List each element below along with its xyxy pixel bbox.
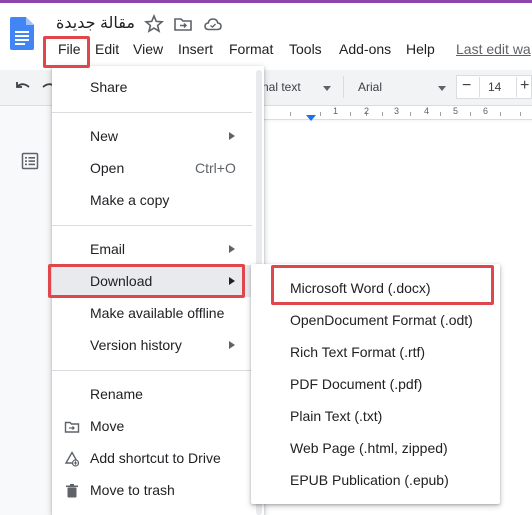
- add-shortcut-icon: [64, 451, 80, 467]
- indent-marker-icon[interactable]: [306, 115, 316, 121]
- menu-edit[interactable]: Edit: [95, 41, 119, 57]
- trash-icon: [66, 484, 78, 498]
- menu-format[interactable]: Format: [229, 41, 273, 57]
- ruler-number: 1: [333, 106, 339, 116]
- menu-insert[interactable]: Insert: [178, 41, 213, 57]
- file-menu-share[interactable]: Share: [90, 79, 127, 95]
- download-html-zipped[interactable]: Web Page (.html, zipped): [290, 440, 448, 456]
- paragraph-style-dropdown-icon[interactable]: [323, 86, 331, 91]
- download-pdf[interactable]: PDF Document (.pdf): [290, 376, 422, 392]
- ruler-tick: [470, 112, 471, 116]
- file-menu-rename[interactable]: Rename: [90, 386, 143, 402]
- ruler-tick: [320, 112, 321, 116]
- move-to-folder-icon[interactable]: [173, 14, 193, 34]
- font-dropdown-icon[interactable]: [438, 86, 446, 91]
- menu-add-ons[interactable]: Add-ons: [339, 41, 391, 57]
- file-menu-highlight-box: [43, 36, 90, 68]
- download-rtf[interactable]: Rich Text Format (.rtf): [290, 344, 425, 360]
- submenu-arrow-icon: [229, 341, 235, 349]
- menu-help[interactable]: Help: [406, 41, 435, 57]
- file-menu-make-a-copy[interactable]: Make a copy: [90, 192, 169, 208]
- ruler-number: 3: [394, 106, 400, 116]
- ruler-tick: [440, 112, 441, 116]
- download-odt[interactable]: OpenDocument Format (.odt): [290, 312, 473, 328]
- docx-highlight-box: [271, 265, 494, 305]
- undo-icon[interactable]: [14, 79, 32, 97]
- font-size-divider: [516, 77, 517, 97]
- font-size-value[interactable]: 14: [488, 80, 501, 94]
- file-menu-email[interactable]: Email: [90, 241, 125, 257]
- menu-view[interactable]: View: [133, 41, 163, 57]
- file-menu-new[interactable]: New: [90, 128, 118, 144]
- file-menu-open[interactable]: Open: [90, 160, 124, 176]
- menu-tools[interactable]: Tools: [289, 41, 322, 57]
- file-menu-move-to-trash[interactable]: Move to trash: [90, 482, 175, 498]
- window-top-accent: [0, 0, 532, 3]
- menu-divider: [52, 370, 252, 371]
- ruler-number: 5: [453, 106, 459, 116]
- file-menu-move[interactable]: Move: [90, 418, 124, 434]
- ruler-tick: [290, 112, 291, 116]
- download-highlight-box: [48, 264, 245, 298]
- google-docs-logo-icon[interactable]: [10, 17, 34, 50]
- file-menu-add-shortcut-to-drive[interactable]: Add shortcut to Drive: [90, 450, 221, 466]
- submenu-arrow-icon: [229, 132, 235, 140]
- font-select[interactable]: Arial: [358, 80, 382, 94]
- ruler-tick: [410, 112, 411, 116]
- download-epub[interactable]: EPUB Publication (.epub): [290, 472, 449, 488]
- open-shortcut: Ctrl+O: [195, 160, 236, 176]
- submenu-arrow-icon: [229, 245, 235, 253]
- ruler-number: 4: [424, 106, 430, 116]
- font-size-divider: [479, 77, 480, 97]
- move-to-folder-icon: [64, 421, 80, 433]
- download-txt[interactable]: Plain Text (.txt): [290, 408, 382, 424]
- file-menu-make-available-offline[interactable]: Make available offline: [90, 305, 224, 321]
- ruler-tick: [520, 112, 521, 116]
- document-outline-icon[interactable]: [20, 151, 40, 171]
- menu-divider: [52, 112, 252, 113]
- ruler-number: 6: [483, 106, 489, 116]
- ruler-tick: [500, 112, 501, 116]
- toolbar-divider: [343, 76, 344, 98]
- font-size-decrease-button[interactable]: −: [462, 77, 471, 95]
- ruler-tick: [382, 112, 383, 116]
- ruler-tick: [350, 112, 351, 116]
- ruler-number: 2: [364, 106, 370, 116]
- cloud-status-icon[interactable]: [203, 14, 223, 34]
- file-menu-version-history[interactable]: Version history: [90, 337, 182, 353]
- paragraph-style-select[interactable]: nal text: [262, 80, 301, 94]
- font-size-increase-button[interactable]: +: [520, 77, 529, 95]
- last-edit-link[interactable]: Last edit wa: [456, 41, 531, 57]
- menu-divider: [52, 225, 252, 226]
- star-icon[interactable]: [144, 14, 164, 34]
- document-title[interactable]: مقالة جديدة: [56, 13, 135, 33]
